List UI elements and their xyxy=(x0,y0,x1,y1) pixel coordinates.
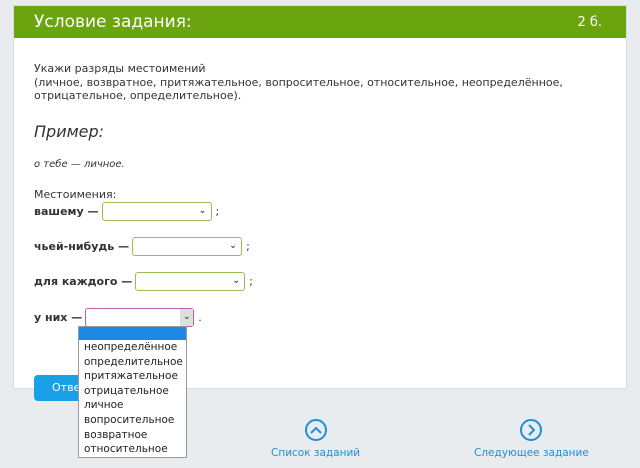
task-text: Укажи разряды местоимений (личное, возвр… xyxy=(34,62,594,103)
select-dropdown-list: неопределённое определительное притяжате… xyxy=(78,326,187,458)
dropdown-option[interactable]: притяжательное xyxy=(79,369,186,384)
dropdown-option[interactable]: отрицательное xyxy=(79,384,186,399)
dropdown-option-blank-selected[interactable] xyxy=(79,327,186,340)
row-separator: ; xyxy=(246,240,250,253)
pronoun-row-3: для каждого — ⌄ ; xyxy=(34,272,253,291)
pronoun-word: для каждого — xyxy=(34,275,133,288)
chevron-up-icon xyxy=(304,419,327,441)
answer-select-1[interactable]: ⌄ xyxy=(101,202,212,221)
chevron-down-icon: ⌄ xyxy=(232,276,241,286)
chevron-right-icon xyxy=(520,419,543,441)
pronouns-label: Местоимения: xyxy=(34,188,117,201)
pronoun-row-2: чьей-нибудь — ⌄ ; xyxy=(34,237,250,256)
dropdown-option[interactable]: неопределённое xyxy=(79,340,186,355)
task-line-1: Укажи разряды местоимений xyxy=(34,62,206,75)
task-header: Условие задания: 2 б. xyxy=(14,6,626,38)
row-separator: ; xyxy=(215,205,220,218)
dropdown-option[interactable]: личное xyxy=(79,398,186,413)
dropdown-option[interactable]: вопросительное xyxy=(79,413,186,428)
task-list-link[interactable]: Список заданий xyxy=(271,447,360,459)
example-heading: Пример: xyxy=(34,122,105,141)
points-badge: 2 б. xyxy=(577,14,602,30)
answer-select-3[interactable]: ⌄ xyxy=(135,272,246,291)
pronoun-word: чьей-нибудь — xyxy=(34,240,130,253)
pronoun-word: вашему — xyxy=(34,205,99,218)
pronoun-row-1: вашему — ⌄ ; xyxy=(34,202,219,221)
chevron-down-icon: ⌄ xyxy=(198,206,207,216)
task-title: Условие задания: xyxy=(34,12,192,32)
dropdown-option[interactable]: определительное xyxy=(79,355,186,370)
dropdown-option[interactable]: возвратное xyxy=(79,428,186,443)
pronoun-row-4: у них — ⌄ . xyxy=(34,308,202,327)
example-text: о тебе — личное. xyxy=(34,159,125,170)
next-task-link[interactable]: Следующее задание xyxy=(474,447,589,459)
chevron-down-icon: ⌄ xyxy=(180,309,194,326)
nav-next-task[interactable]: Следующее задание xyxy=(474,419,589,459)
row-separator: ; xyxy=(249,275,253,288)
pronoun-word: у них — xyxy=(34,311,83,324)
dropdown-option[interactable]: относительное xyxy=(79,442,186,457)
answer-select-4[interactable]: ⌄ xyxy=(85,308,195,327)
task-line-2: (личное, возвратное, притяжательное, воп… xyxy=(34,75,563,103)
row-separator: . xyxy=(198,311,202,324)
answer-select-2[interactable]: ⌄ xyxy=(132,237,243,256)
nav-task-list[interactable]: Список заданий xyxy=(271,419,360,459)
chevron-down-icon: ⌄ xyxy=(229,241,237,251)
